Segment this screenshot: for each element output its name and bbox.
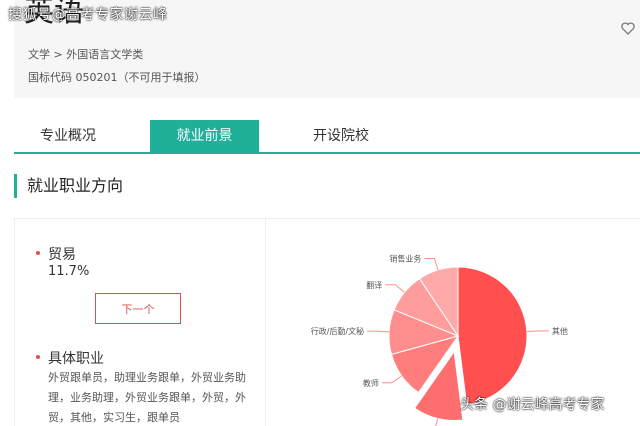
next-button[interactable]: 下一个 <box>95 293 181 324</box>
heart-icon[interactable] <box>620 20 636 36</box>
card-divider <box>265 218 266 426</box>
pie-leader-line-2 <box>381 375 402 384</box>
pie-leader-line-3 <box>367 330 390 333</box>
jobs-heading: 具体职业 <box>48 351 104 367</box>
tab-overview[interactable]: 专业概况 <box>14 120 122 152</box>
breadcrumb: 文学 > 外国语言文学类 <box>28 48 144 61</box>
pie-label-5: 销售业务 <box>389 254 421 264</box>
career-percent: 11.7% <box>48 264 90 279</box>
pie-leader-line-0 <box>526 330 549 333</box>
pie-leader-line-4 <box>385 284 405 293</box>
watermark-top: 搜狐号@高考专家谢云峰 <box>8 7 168 23</box>
bullet-icon <box>36 251 40 255</box>
pie-label-0: 其他 <box>552 326 568 336</box>
pie-leader-line-5 <box>424 258 439 271</box>
tab-schools[interactable]: 开设院校 <box>286 120 396 152</box>
bullet-icon <box>36 355 40 359</box>
pie-label-3: 行政/后勤/文秘 <box>311 326 364 336</box>
national-code: 国标代码 050201（不可用于填报） <box>28 71 206 84</box>
tab-bar: 专业概况 就业前景 开设院校 <box>14 120 640 154</box>
tab-employment[interactable]: 就业前景 <box>150 120 259 152</box>
career-name: 贸易 <box>48 247 76 263</box>
pie-slice-0[interactable] <box>457 266 528 406</box>
jobs-list: 外贸跟单员，助理业务跟单，外贸业务助理，业务助理，外贸业务跟单，外贸，外贸，其他… <box>48 371 246 424</box>
watermark-bottom: 头条 @谢云峰高考专家 <box>460 397 605 413</box>
pie-leader-line-1 <box>435 418 439 426</box>
pie-label-4: 翻译 <box>366 281 382 290</box>
section-title: 就业职业方向 <box>14 174 123 198</box>
pie-label-2: 教师 <box>363 378 379 388</box>
